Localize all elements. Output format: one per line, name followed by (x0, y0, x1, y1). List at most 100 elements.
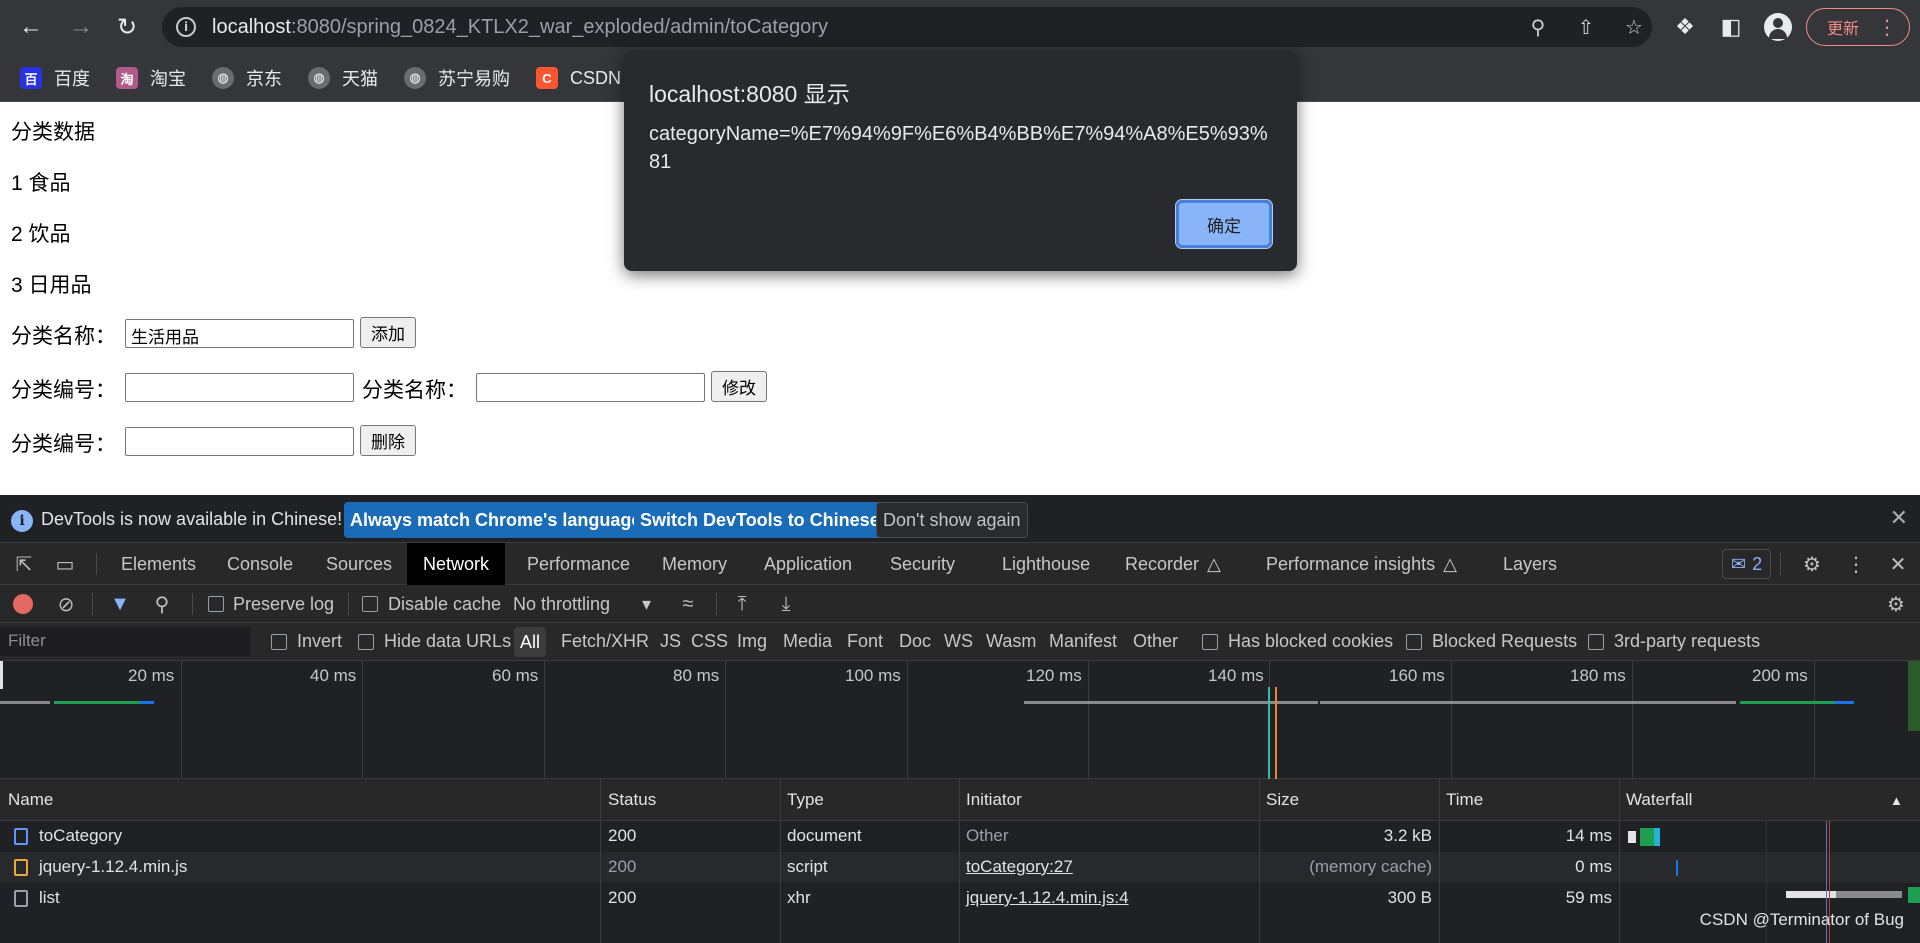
tab-security[interactable]: Security (890, 543, 955, 585)
filter-type-js[interactable]: JS (660, 631, 681, 652)
filter-type-all[interactable]: All (514, 627, 547, 657)
extensions-icon[interactable]: ❖ (1670, 11, 1700, 43)
update-button[interactable]: 更新 ⋮ (1806, 8, 1910, 46)
clear-icon[interactable]: ⊘ (54, 592, 78, 616)
filter-type-media[interactable]: Media (783, 631, 832, 652)
export-har-icon[interactable]: ⤓ (774, 592, 798, 616)
sort-ascending-icon[interactable]: ▲ (1890, 793, 1903, 808)
overview-scroll-indicator[interactable] (1908, 661, 1920, 731)
tab-sources[interactable]: Sources (326, 543, 392, 585)
column-header-time[interactable]: Time (1446, 790, 1483, 810)
disable-cache-checkbox[interactable] (362, 596, 378, 612)
tab-layers[interactable]: Layers (1503, 543, 1557, 585)
bookmark-jd[interactable]: ◍ 京东 (212, 64, 282, 92)
menu-icon[interactable]: ⋮ (1877, 15, 1897, 40)
preserve-log-checkbox[interactable] (208, 596, 224, 612)
url-text[interactable]: localhost:8080/spring_0824_KTLX2_war_exp… (212, 16, 828, 39)
filter-type-wasm[interactable]: Wasm (986, 631, 1036, 652)
request-initiator-link[interactable]: jquery-1.12.4.min.js:4 (966, 888, 1129, 908)
timeline-tick-label: 200 ms (1752, 666, 1808, 685)
filter-type-ws[interactable]: WS (944, 631, 973, 652)
bookmark-suning[interactable]: ◍ 苏宁易购 (404, 64, 510, 92)
filter-input[interactable]: Filter (0, 627, 250, 656)
invert-checkbox[interactable] (271, 634, 287, 650)
table-row[interactable]: jquery-1.12.4.min.js 200 script toCatego… (0, 852, 1920, 883)
tab-console[interactable]: Console (227, 543, 293, 585)
issues-badge[interactable]: ✉ 2 (1722, 549, 1772, 579)
column-header-initiator[interactable]: Initiator (966, 790, 1022, 810)
share-icon[interactable]: ⇧ (1574, 15, 1598, 39)
column-header-status[interactable]: Status (608, 790, 656, 810)
tab-application[interactable]: Application (764, 543, 852, 585)
import-har-icon[interactable]: ⤒ (730, 592, 754, 616)
tab-lighthouse[interactable]: Lighthouse (1002, 543, 1090, 585)
address-bar[interactable]: i localhost:8080/spring_0824_KTLX2_war_e… (162, 7, 1652, 47)
chevron-down-icon[interactable]: ▾ (642, 594, 651, 615)
forward-icon[interactable]: → (64, 10, 98, 44)
table-row[interactable]: toCategory 200 document Other 3.2 kB 14 … (0, 821, 1920, 852)
third-party-checkbox[interactable] (1588, 634, 1604, 650)
bookmark-tmall[interactable]: ◍ 天猫 (308, 64, 378, 92)
blocked-cookies-checkbox[interactable] (1202, 634, 1218, 650)
delete-button[interactable]: 删除 (360, 425, 416, 456)
column-header-waterfall[interactable]: Waterfall (1626, 790, 1692, 810)
network-settings-icon[interactable]: ⚙ (1884, 592, 1908, 616)
dont-show-again-button[interactable]: Don't show again (876, 502, 1028, 538)
close-icon[interactable]: ✕ (1890, 505, 1908, 531)
info-icon[interactable]: i (176, 17, 196, 37)
edit-name-input[interactable] (476, 373, 705, 402)
filter-type-img[interactable]: Img (737, 631, 767, 652)
delete-id-input[interactable] (125, 427, 354, 456)
edit-id-input[interactable] (125, 373, 354, 402)
star-icon[interactable]: ☆ (1622, 15, 1646, 39)
column-header-type[interactable]: Type (787, 790, 824, 810)
inspect-element-icon[interactable]: ⇱ (12, 552, 36, 576)
network-conditions-icon[interactable]: ≈ (676, 592, 700, 616)
tab-recorder[interactable]: Recorder △ (1125, 543, 1221, 585)
alert-ok-button[interactable]: 确定 (1175, 199, 1273, 249)
close-devtools-icon[interactable]: ✕ (1886, 552, 1910, 576)
always-match-language-button[interactable]: Always match Chrome's language (344, 502, 648, 538)
filter-type-doc[interactable]: Doc (899, 631, 931, 652)
timeline-gridline (544, 661, 545, 779)
filter-type-fetch-xhr[interactable]: Fetch/XHR (561, 631, 649, 652)
column-header-size[interactable]: Size (1266, 790, 1299, 810)
device-toolbar-icon[interactable]: ▭ (53, 552, 77, 576)
category-item: 1 食品 (11, 172, 71, 195)
bookmark-taobao[interactable]: 淘 淘宝 (116, 64, 186, 92)
zoom-icon[interactable]: ⚲ (1526, 15, 1550, 39)
search-icon[interactable]: ⚲ (150, 592, 174, 616)
reload-icon[interactable]: ↻ (110, 10, 144, 44)
table-row[interactable]: list 200 xhr jquery-1.12.4.min.js:4 300 … (0, 883, 1920, 914)
bookmark-baidu[interactable]: 百 百度 (20, 64, 90, 92)
profile-icon[interactable] (1764, 13, 1792, 41)
more-options-icon[interactable]: ⋮ (1844, 552, 1868, 576)
hide-data-urls-checkbox[interactable] (358, 634, 374, 650)
filter-type-font[interactable]: Font (847, 631, 883, 652)
back-icon[interactable]: ← (14, 10, 48, 44)
column-header-name[interactable]: Name (8, 790, 53, 810)
add-name-input[interactable]: 生活用品 (125, 319, 354, 348)
filter-type-other[interactable]: Other (1133, 631, 1178, 652)
filter-type-css[interactable]: CSS (691, 631, 728, 652)
throttling-select[interactable]: No throttling (513, 594, 610, 615)
tab-performance-insights[interactable]: Performance insights △ (1266, 543, 1457, 585)
bookmark-csdn[interactable]: C CSDN (536, 64, 621, 92)
taobao-favicon-icon: 淘 (116, 67, 138, 89)
filter-type-manifest[interactable]: Manifest (1049, 631, 1117, 652)
record-icon[interactable] (13, 594, 33, 614)
settings-gear-icon[interactable]: ⚙ (1800, 552, 1824, 576)
blocked-requests-checkbox[interactable] (1406, 634, 1422, 650)
tab-performance[interactable]: Performance (527, 543, 630, 585)
network-overview-timeline[interactable]: 20 ms 40 ms 60 ms 80 ms 100 ms 120 ms 14… (0, 661, 1920, 779)
add-button[interactable]: 添加 (360, 317, 416, 348)
filter-icon[interactable]: ▼ (108, 592, 132, 616)
switch-to-chinese-button[interactable]: Switch DevTools to Chinese (634, 502, 886, 538)
sidepanel-icon[interactable]: ◧ (1716, 11, 1746, 43)
tab-elements[interactable]: Elements (121, 543, 196, 585)
tab-network[interactable]: Network (407, 543, 506, 585)
request-initiator-link[interactable]: toCategory:27 (966, 857, 1073, 877)
blocked-requests-label: Blocked Requests (1432, 631, 1578, 651)
edit-button[interactable]: 修改 (711, 371, 767, 402)
tab-memory[interactable]: Memory (662, 543, 727, 585)
